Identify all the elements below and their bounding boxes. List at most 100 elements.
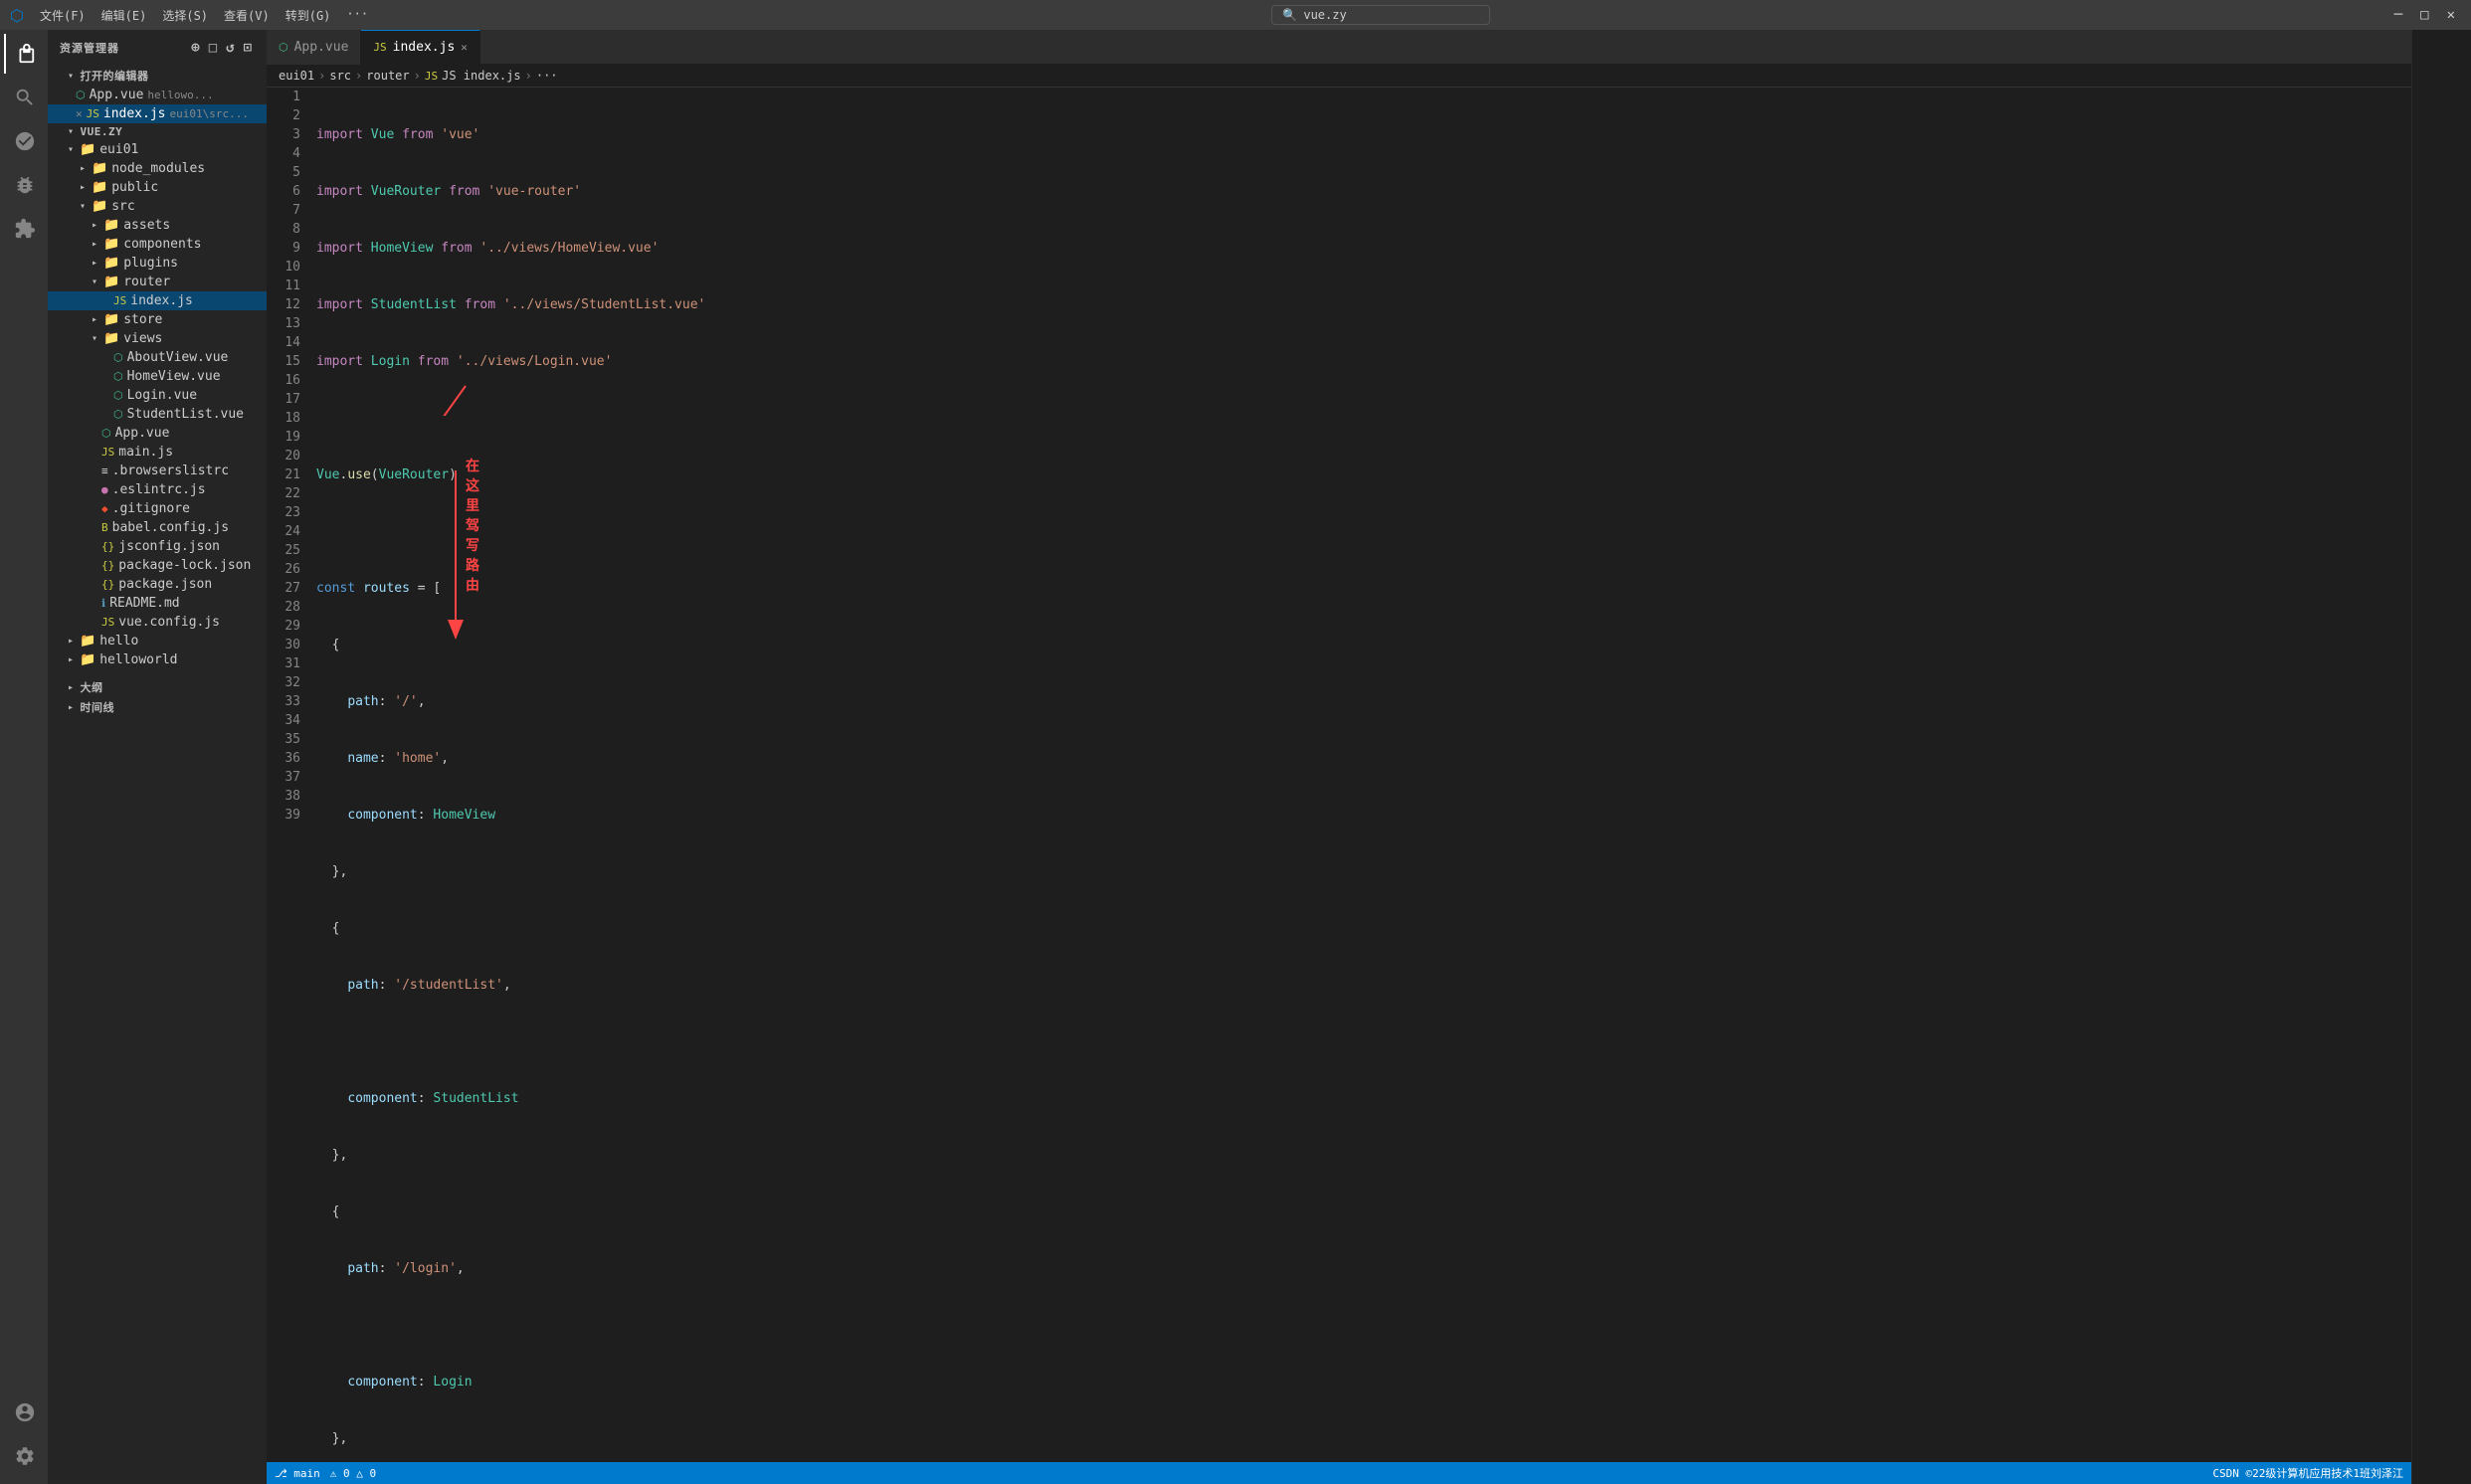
breadcrumb-indexjs[interactable]: JS index.js [442, 69, 520, 83]
tree-jsconfig-label: jsconfig.json [118, 539, 220, 554]
open-editor-appvue[interactable]: ⬡ App.vue hellowo... [48, 86, 267, 104]
tree-router[interactable]: ▾ 📁 router [48, 273, 267, 291]
activity-accounts[interactable] [4, 1392, 44, 1432]
chevron-right-icon: ▸ [92, 314, 97, 325]
tree-gitignore[interactable]: ◆ .gitignore [48, 499, 267, 518]
activity-extensions[interactable] [4, 209, 44, 249]
tree-studentlist[interactable]: ⬡ StudentList.vue [48, 405, 267, 424]
tree-browserslist[interactable]: ≡ .browserslistrc [48, 462, 267, 480]
menu-goto[interactable]: 转到(G) [280, 5, 337, 26]
folder-icon: 📁 [103, 312, 119, 327]
chevron-right-icon: ▸ [68, 654, 74, 665]
breadcrumb-router[interactable]: router [366, 69, 409, 83]
window-controls[interactable]: ─ □ ✕ [2388, 5, 2461, 25]
js-icon: JS [113, 294, 126, 307]
code-editor[interactable]: 1 2 3 4 5 6 7 8 9 10 11 12 13 14 15 16 1 [267, 88, 2411, 1462]
timeline-label: 时间线 [81, 699, 115, 715]
js-icon: JS [101, 616, 114, 629]
tree-readme-label: README.md [109, 596, 179, 611]
tree-mainjs-label: main.js [118, 445, 173, 460]
open-editor-indexjs[interactable]: ✕ JS index.js eui01\src... [48, 104, 267, 123]
maximize-button[interactable]: □ [2414, 5, 2434, 25]
menu-select[interactable]: 选择(S) [156, 5, 214, 26]
activity-explorer[interactable] [4, 34, 44, 74]
tree-components-label: components [123, 237, 201, 252]
new-file-icon[interactable]: ⊕ [189, 38, 202, 58]
tree-plugins-label: plugins [123, 256, 178, 271]
close-button[interactable]: ✕ [2441, 5, 2461, 25]
tree-appvue[interactable]: ⬡ App.vue [48, 424, 267, 443]
tree-helloworld-label: helloworld [99, 652, 177, 667]
tree-package[interactable]: {} package.json [48, 575, 267, 594]
tree-helloworld[interactable]: ▸ 📁 helloworld [48, 650, 267, 669]
breadcrumb-src[interactable]: src [329, 69, 351, 83]
search-box[interactable]: 🔍 vue.zy [1271, 5, 1490, 25]
menu-file[interactable]: 文件(F) [34, 5, 92, 26]
breadcrumb-more[interactable]: ··· [536, 69, 558, 83]
activity-debug[interactable] [4, 165, 44, 205]
collapse-icon[interactable]: ⊡ [242, 38, 255, 58]
tree-node-modules[interactable]: ▸ 📁 node_modules [48, 159, 267, 178]
outline-section[interactable]: ▸ 大纲 [48, 677, 267, 697]
breadcrumb-sep: › [318, 69, 325, 83]
tree-readme[interactable]: ℹ README.md [48, 594, 267, 613]
project-name: VUE.ZY [81, 125, 123, 138]
sidebar-header-actions[interactable]: ⊕ □ ↺ ⊡ [189, 38, 255, 58]
activity-settings[interactable] [4, 1436, 44, 1476]
tree-eslintrc[interactable]: ● .eslintrc.js [48, 480, 267, 499]
tree-views[interactable]: ▾ 📁 views [48, 329, 267, 348]
tree-views-label: views [123, 331, 162, 346]
tree-public[interactable]: ▸ 📁 public [48, 178, 267, 197]
new-folder-icon[interactable]: □ [207, 38, 220, 58]
vue-icon: ⬡ [113, 389, 123, 402]
tree-eui01[interactable]: ▾ 📁 eui01 [48, 140, 267, 159]
tab-appvue[interactable]: ⬡ App.vue [267, 30, 361, 65]
folder-icon: 📁 [103, 218, 119, 233]
tree-homeview[interactable]: ⬡ HomeView.vue [48, 367, 267, 386]
close-icon[interactable]: ✕ [76, 107, 83, 120]
tree-assets[interactable]: ▸ 📁 assets [48, 216, 267, 235]
status-bar: ⎇ main ⚠ 0 △ 0 CSDN ©22级计算机应用技术1班刘泽江 [267, 1462, 2411, 1484]
chevron-down-icon: ▾ [68, 71, 75, 82]
menu-edit[interactable]: 编辑(E) [95, 5, 153, 26]
project-section[interactable]: ▾ VUE.ZY [48, 123, 267, 140]
menu-more[interactable]: ··· [340, 5, 374, 26]
breadcrumb-eui01[interactable]: eui01 [279, 69, 314, 83]
tree-store[interactable]: ▸ 📁 store [48, 310, 267, 329]
tree-vueconfig[interactable]: JS vue.config.js [48, 613, 267, 632]
tree-components[interactable]: ▸ 📁 components [48, 235, 267, 254]
chevron-right-icon: ▸ [68, 682, 75, 693]
tree-src[interactable]: ▾ 📁 src [48, 197, 267, 216]
vue-icon: ⬡ [113, 370, 123, 383]
vue-tab-icon: ⬡ [279, 41, 288, 54]
tree-plugins[interactable]: ▸ 📁 plugins [48, 254, 267, 273]
open-editors-section[interactable]: ▾ 打开的编辑器 [48, 66, 267, 86]
minimize-button[interactable]: ─ [2388, 5, 2408, 25]
tree-hello[interactable]: ▸ 📁 hello [48, 632, 267, 650]
chevron-right-icon: ▸ [92, 220, 97, 231]
menu-bar[interactable]: 文件(F) 编辑(E) 选择(S) 查看(V) 转到(G) ··· [34, 5, 374, 26]
menu-view[interactable]: 查看(V) [218, 5, 276, 26]
activity-git[interactable] [4, 121, 44, 161]
sidebar-title: 资源管理器 [60, 40, 119, 56]
tree-package-label: package.json [118, 577, 212, 592]
tree-src-label: src [111, 199, 134, 214]
tree-jsconfig[interactable]: {} jsconfig.json [48, 537, 267, 556]
tree-studentlist-label: StudentList.vue [127, 407, 244, 422]
tree-login[interactable]: ⬡ Login.vue [48, 386, 267, 405]
tree-packagelock[interactable]: {} package-lock.json [48, 556, 267, 575]
tree-aboutview[interactable]: ⬡ AboutView.vue [48, 348, 267, 367]
tree-mainjs[interactable]: JS main.js [48, 443, 267, 462]
tree-babelconfig[interactable]: B babel.config.js [48, 518, 267, 537]
refresh-icon[interactable]: ↺ [224, 38, 237, 58]
open-editor-appvue-path: hellowo... [147, 89, 213, 101]
activity-bottom [4, 1392, 44, 1484]
tree-indexjs[interactable]: JS index.js [48, 291, 267, 310]
js-tab-icon: JS [373, 41, 386, 54]
tab-indexjs[interactable]: JS index.js ✕ [361, 30, 480, 65]
tree-assets-label: assets [123, 218, 170, 233]
folder-icon: 📁 [80, 634, 95, 649]
timeline-section[interactable]: ▸ 时间线 [48, 697, 267, 717]
tab-close-icon[interactable]: ✕ [461, 41, 468, 54]
activity-search[interactable] [4, 78, 44, 117]
